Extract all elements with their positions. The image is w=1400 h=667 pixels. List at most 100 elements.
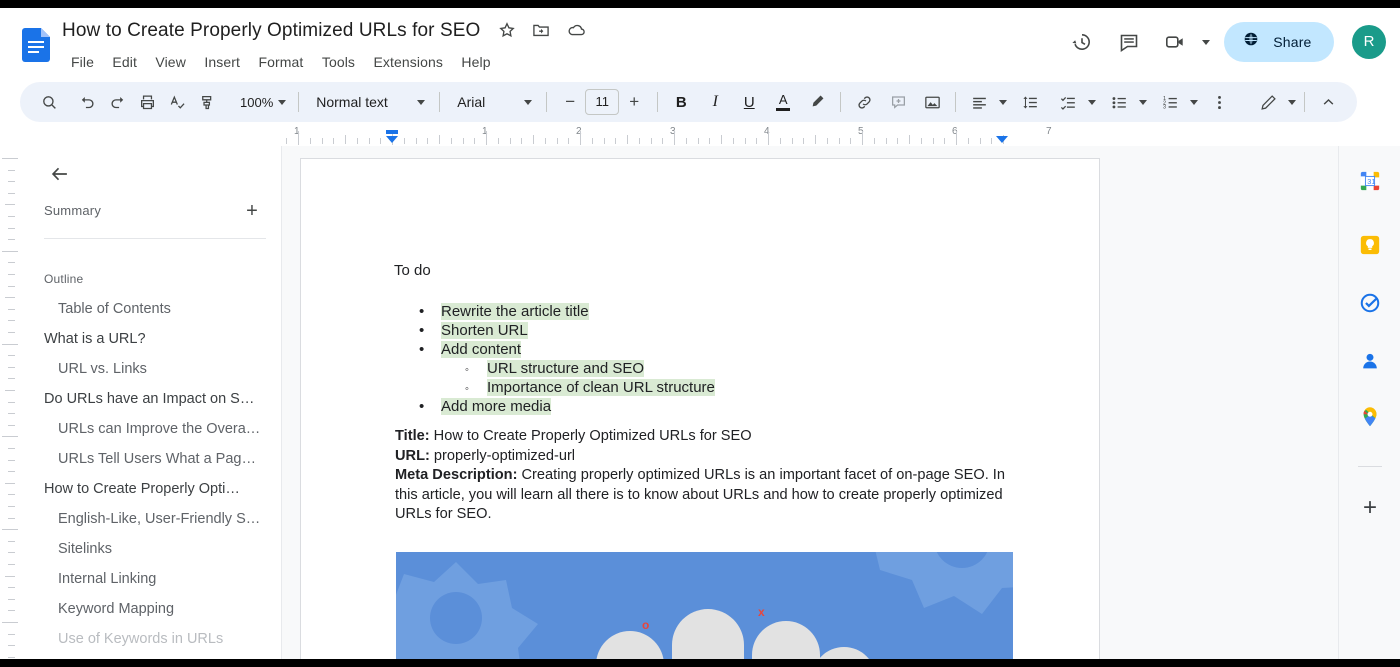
vertical-ruler-tick — [8, 541, 15, 542]
spellcheck-icon[interactable] — [162, 87, 192, 117]
search-icon[interactable] — [34, 87, 64, 117]
ruler-tick — [674, 131, 675, 145]
comment-history-icon[interactable] — [1109, 22, 1149, 62]
chevron-down-icon — [417, 100, 425, 105]
avatar[interactable]: R — [1352, 25, 1386, 59]
outline-item-internal-linking[interactable]: Internal Linking — [20, 564, 282, 594]
outline-item-sitelinks[interactable]: Sitelinks — [20, 534, 282, 564]
back-arrow-icon[interactable] — [42, 156, 78, 192]
insert-link-icon[interactable] — [849, 87, 879, 117]
ruler-tick — [862, 131, 863, 145]
italic-button[interactable]: I — [700, 87, 730, 117]
cloud-saved-icon[interactable] — [566, 20, 588, 42]
outline-item-urls-can-improve[interactable]: URLs can Improve the Overa… — [20, 414, 282, 444]
todo-heading: To do — [394, 262, 431, 279]
share-button[interactable]: Share — [1224, 22, 1333, 62]
vertical-ruler-tick — [8, 170, 15, 171]
menu-format[interactable]: Format — [251, 52, 310, 72]
document-canvas[interactable]: To do •Rewrite the article title •Shorte… — [283, 146, 1312, 659]
font-family-select[interactable]: Arial — [448, 87, 538, 117]
ruler-tick — [768, 131, 769, 145]
chevron-up-icon[interactable] — [1313, 87, 1343, 117]
increase-font-size-button[interactable]: + — [619, 87, 649, 117]
ruler-tick — [604, 138, 605, 144]
chevron-down-icon[interactable] — [1088, 100, 1096, 105]
menu-edit[interactable]: Edit — [105, 52, 144, 72]
outline-item-url-vs-links[interactable]: URL vs. Links — [20, 354, 282, 384]
ruler-tick — [933, 138, 934, 144]
paragraph-style-select[interactable]: Normal text — [307, 87, 431, 117]
google-keep-icon[interactable] — [1353, 228, 1387, 262]
menu-tools[interactable]: Tools — [315, 52, 362, 72]
ruler-tick — [627, 135, 628, 144]
outline-item-urls-tell-users[interactable]: URLs Tell Users What a Pag… — [20, 444, 282, 474]
align-left-icon[interactable] — [964, 87, 994, 117]
add-comment-icon[interactable] — [883, 87, 913, 117]
ruler-tick — [756, 138, 757, 144]
outline-item-table-of-contents[interactable]: Table of Contents — [20, 294, 282, 324]
menu-file[interactable]: File — [64, 52, 101, 72]
document-page[interactable]: To do •Rewrite the article title •Shorte… — [300, 158, 1100, 659]
underline-button[interactable]: U — [734, 87, 764, 117]
more-options-icon[interactable] — [1204, 87, 1234, 117]
outline-item-what-is-a-url[interactable]: What is a URL? — [20, 324, 282, 354]
chevron-down-icon[interactable] — [999, 100, 1007, 105]
bulleted-list-icon[interactable] — [1104, 87, 1134, 117]
menu-view[interactable]: View — [148, 52, 193, 72]
meet-camera-icon[interactable] — [1155, 22, 1195, 62]
version-history-icon[interactable] — [1062, 22, 1102, 62]
numbered-list-icon[interactable]: 123 — [1155, 87, 1185, 117]
google-calendar-icon[interactable]: 31 — [1353, 164, 1387, 198]
chevron-down-icon[interactable] — [1139, 100, 1147, 105]
star-icon[interactable] — [497, 20, 519, 42]
ruler-tick — [956, 131, 957, 145]
meet-button[interactable] — [1155, 22, 1209, 62]
vertical-ruler[interactable] — [0, 146, 20, 659]
font-size-input[interactable]: 11 — [585, 89, 619, 115]
document-title[interactable]: How to Create Properly Optimized URLs fo… — [62, 20, 480, 42]
google-docs-icon[interactable] — [22, 28, 50, 62]
blue-cloud-gears-illustration[interactable]: o x — [396, 552, 1013, 659]
text-color-button[interactable]: A — [768, 87, 798, 117]
zoom-select[interactable]: 100% — [232, 87, 290, 117]
outline-item-keyword-mapping[interactable]: Keyword Mapping — [20, 594, 282, 624]
redo-icon[interactable] — [102, 87, 132, 117]
checklist-icon[interactable] — [1053, 87, 1083, 117]
paint-format-icon[interactable] — [192, 87, 222, 117]
add-on-plus-icon[interactable]: + — [1353, 491, 1387, 525]
vertical-ruler-tick — [8, 610, 15, 611]
outline-item-do-urls-have-an-impact[interactable]: Do URLs have an Impact on S… — [20, 384, 282, 414]
outline-item-english-like[interactable]: English-Like, User-Friendly S… — [20, 504, 282, 534]
first-line-indent-bar[interactable] — [386, 130, 398, 134]
todo-item-text: Shorten URL — [441, 322, 528, 339]
ruler-tick — [815, 135, 816, 144]
right-indent-marker[interactable] — [996, 136, 1008, 143]
undo-icon[interactable] — [72, 87, 102, 117]
move-to-folder-icon[interactable] — [531, 20, 553, 42]
google-tasks-icon[interactable] — [1353, 286, 1387, 320]
decrease-font-size-button[interactable]: − — [555, 87, 585, 117]
highlight-pen-icon[interactable] — [802, 87, 832, 117]
google-contacts-icon[interactable] — [1353, 344, 1387, 378]
chevron-down-icon[interactable] — [1202, 40, 1210, 45]
insert-image-icon[interactable] — [917, 87, 947, 117]
menu-help[interactable]: Help — [454, 52, 497, 72]
left-indent-marker[interactable] — [386, 136, 398, 143]
pencil-edit-mode-icon[interactable] — [1253, 87, 1283, 117]
horizontal-ruler[interactable]: 1 1 2 3 4 5 6 7 — [0, 126, 1355, 146]
google-maps-icon[interactable] — [1353, 400, 1387, 434]
line-spacing-icon[interactable] — [1015, 87, 1045, 117]
outline-item-use-of-keywords[interactable]: Use of Keywords in URLs — [20, 624, 282, 654]
print-icon[interactable] — [132, 87, 162, 117]
vertical-ruler-tick — [8, 506, 15, 507]
menu-extensions[interactable]: Extensions — [366, 52, 449, 72]
menu-insert[interactable]: Insert — [197, 52, 247, 72]
bold-button[interactable]: B — [666, 87, 696, 117]
chevron-down-icon[interactable] — [1190, 100, 1198, 105]
share-label: Share — [1273, 34, 1311, 50]
outline-item-how-to-create[interactable]: How to Create Properly Opti… — [20, 474, 282, 504]
chevron-down-icon[interactable] — [1288, 100, 1296, 105]
ruler-tick — [792, 138, 793, 144]
ruler-tick — [886, 138, 887, 144]
plus-icon[interactable]: + — [238, 197, 266, 225]
